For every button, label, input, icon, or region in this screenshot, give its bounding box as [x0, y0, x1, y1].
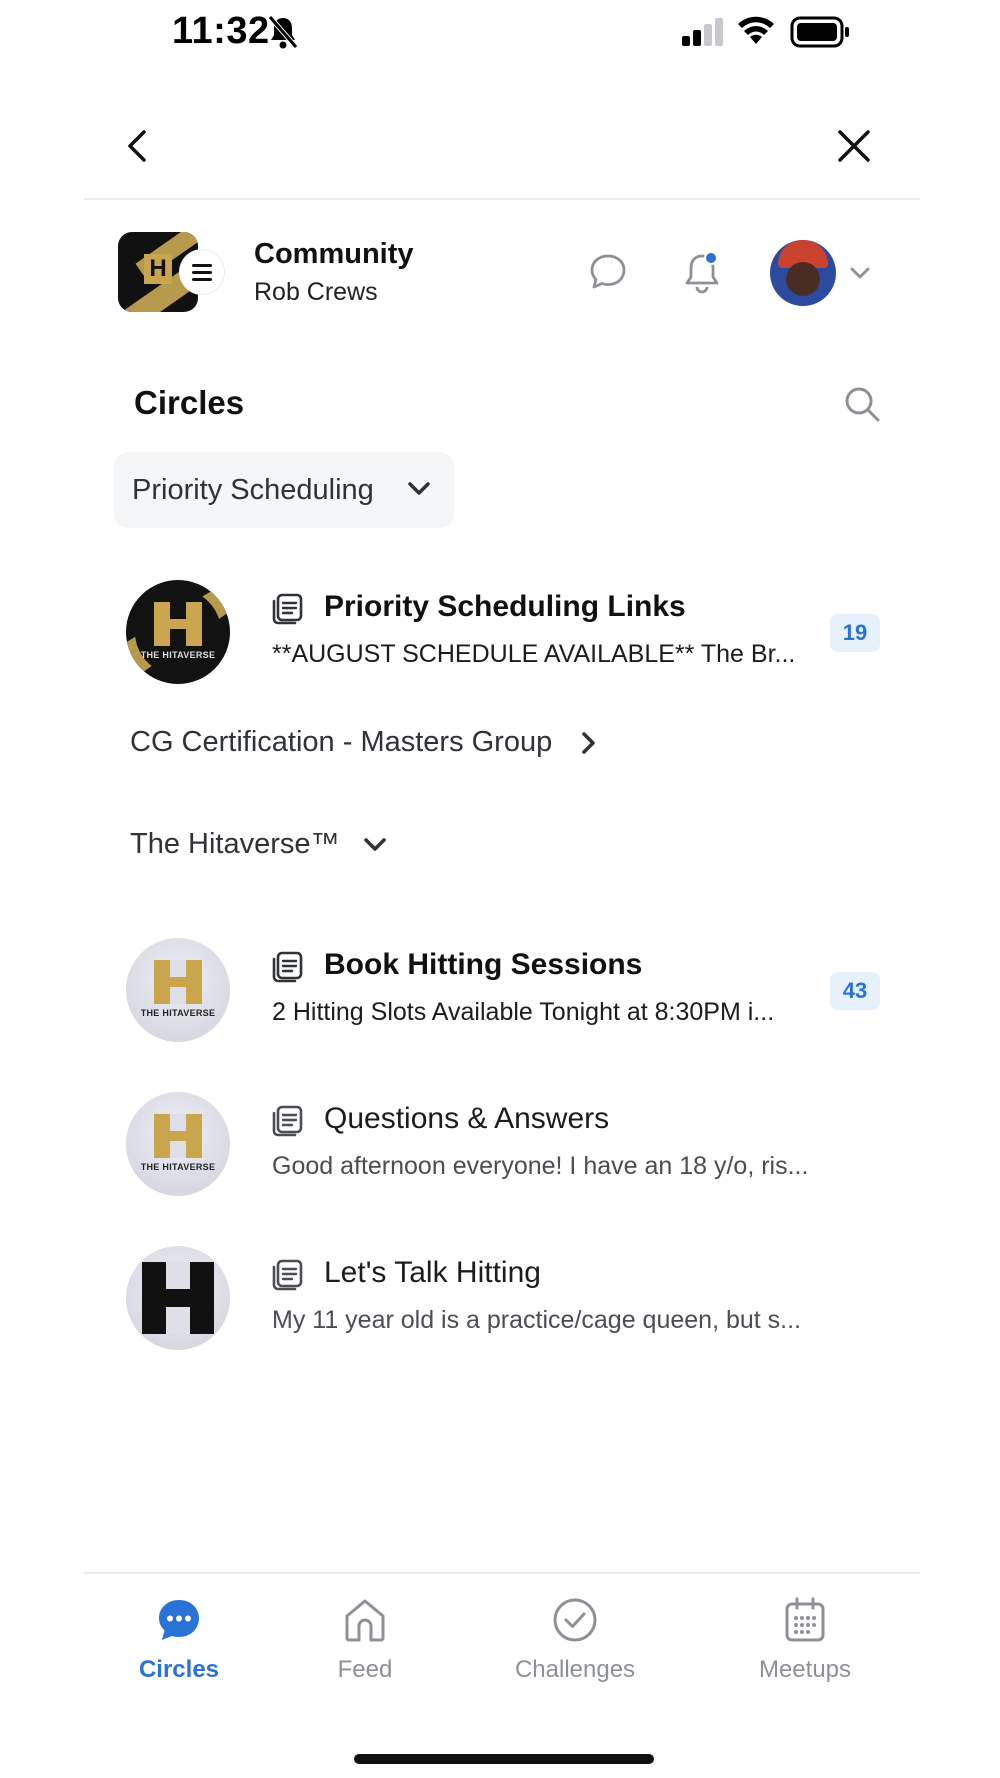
home-indicator[interactable] — [354, 1754, 654, 1764]
status-bar: 11:32 — [0, 0, 1000, 70]
space-row[interactable]: THE HITAVERSE Questions & Answers Good a… — [124, 1092, 884, 1196]
space-preview: 2 Hitting Slots Available Tonight at 8:3… — [272, 998, 775, 1026]
tab-feed[interactable]: Feed — [270, 1596, 460, 1696]
community-header: H Community Rob Crews — [0, 228, 1000, 318]
group-toggle-priority-scheduling[interactable]: Priority Scheduling — [114, 452, 454, 528]
space-preview: **AUGUST SCHEDULE AVAILABLE** The Br... — [272, 640, 796, 668]
chevron-down-icon[interactable] — [848, 264, 872, 282]
chevron-down-icon — [408, 482, 430, 495]
unread-count-badge: 19 — [830, 614, 880, 652]
space-avatar: THE HITAVERSE — [126, 580, 230, 684]
group-toggle-cg-certification[interactable]: CG Certification - Masters Group — [130, 726, 601, 766]
tab-challenges[interactable]: Challenges — [480, 1596, 670, 1696]
check-circle-icon — [553, 1598, 597, 1642]
tab-label: Circles — [138, 1656, 220, 1683]
unread-count-badge: 43 — [830, 972, 880, 1010]
bell-icon[interactable] — [682, 250, 722, 294]
bottom-tab-bar: Circles Feed Challenges Meetups — [84, 1572, 920, 1712]
chevron-right-icon — [581, 731, 595, 754]
community-title[interactable]: Community — [254, 238, 414, 271]
group-label: Priority Scheduling — [132, 474, 374, 506]
home-icon — [345, 1599, 385, 1642]
space-row[interactable]: THE HITAVERSE Book Hitting Sessions 2 Hi… — [124, 938, 884, 1042]
avatar[interactable] — [770, 240, 836, 306]
bell-off-icon — [268, 15, 298, 49]
posts-icon — [272, 1105, 303, 1137]
tab-label: Feed — [337, 1656, 393, 1683]
space-avatar — [126, 1246, 230, 1350]
circles-heading: Circles — [134, 384, 245, 421]
community-user-name: Rob Crews — [254, 278, 378, 306]
wifi-icon — [738, 16, 774, 44]
space-avatar: THE HITAVERSE — [126, 1092, 230, 1196]
space-name: Questions & Answers — [324, 1102, 610, 1135]
group-label: The Hitaverse™ — [130, 828, 340, 860]
close-icon[interactable] — [832, 124, 876, 168]
chat-bubble-icon[interactable] — [588, 252, 628, 292]
battery-icon — [790, 16, 849, 48]
space-avatar: THE HITAVERSE — [126, 938, 230, 1042]
tab-circles[interactable]: Circles — [84, 1596, 274, 1696]
search-icon[interactable] — [842, 384, 882, 424]
chat-bubble-filled-icon — [159, 1600, 199, 1640]
chevron-down-icon — [364, 837, 386, 851]
tab-label: Challenges — [514, 1656, 636, 1683]
posts-icon — [272, 1259, 303, 1291]
space-name: Book Hitting Sessions — [324, 948, 643, 981]
space-preview: Good afternoon everyone! I have an 18 y/… — [272, 1152, 809, 1180]
space-name: Priority Scheduling Links — [324, 590, 686, 623]
calendar-icon — [785, 1597, 825, 1642]
space-row[interactable]: THE HITAVERSE Priority Scheduling Links … — [124, 580, 884, 684]
posts-icon — [272, 593, 303, 625]
tab-meetups[interactable]: Meetups — [710, 1596, 900, 1696]
space-preview: My 11 year old is a practice/cage queen,… — [272, 1306, 801, 1334]
hamburger-menu-icon[interactable] — [180, 250, 224, 294]
space-row[interactable]: Let's Talk Hitting My 11 year old is a p… — [124, 1246, 884, 1350]
chevron-left-icon[interactable] — [114, 124, 158, 168]
space-name: Let's Talk Hitting — [324, 1256, 541, 1289]
group-toggle-the-hitaverse[interactable]: The Hitaverse™ — [130, 828, 388, 868]
status-time: 11:32 — [172, 10, 270, 52]
posts-icon — [272, 951, 303, 983]
tab-label: Meetups — [758, 1656, 852, 1683]
signal-icon — [682, 18, 723, 46]
top-nav — [84, 100, 920, 200]
group-label: CG Certification - Masters Group — [130, 726, 553, 758]
